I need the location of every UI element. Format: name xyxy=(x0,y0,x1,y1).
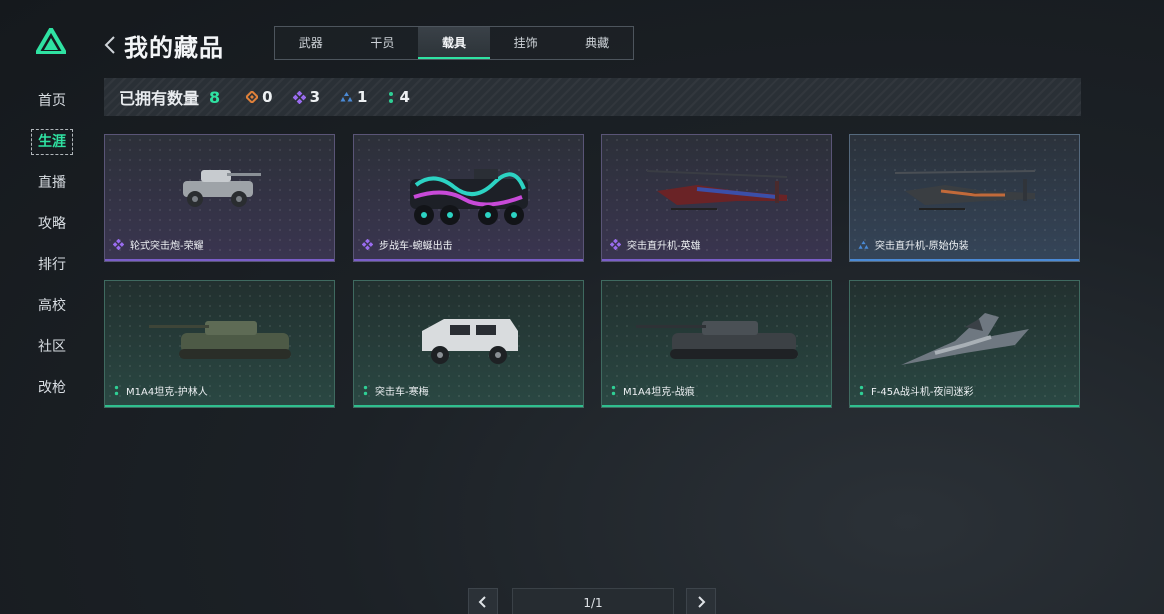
rarity-bar xyxy=(850,405,1079,407)
collection-card[interactable]: M1A4坦克-护林人 xyxy=(104,280,335,408)
tab-operators[interactable]: 干员 xyxy=(347,27,419,59)
rarity-count-purple: 3 xyxy=(292,88,321,106)
rarity-count-green: 4 xyxy=(387,88,410,106)
collection-card[interactable]: 步战车-蜿蜒出击 xyxy=(353,134,584,262)
nav-item-guides[interactable]: 攻略 xyxy=(24,209,80,250)
truck-image xyxy=(421,319,518,364)
rarity-bar xyxy=(105,405,334,407)
helicopter-image xyxy=(894,170,1035,210)
card-name-text: M1A4坦克-护林人 xyxy=(126,387,208,398)
sidebar-nav: 首页 生涯 直播 攻略 排行 高校 社区 改枪 xyxy=(24,86,80,414)
green-rarity-icon xyxy=(611,385,616,396)
tank-image xyxy=(635,321,798,359)
rarity-bar xyxy=(850,259,1079,261)
back-arrow-icon[interactable] xyxy=(100,33,120,57)
logo-icon xyxy=(36,28,66,54)
nav-label: 排行 xyxy=(38,257,66,273)
nav-item-live[interactable]: 直播 xyxy=(24,168,80,209)
owned-count-bar: 已拥有数量 8 0 3 1 4 xyxy=(104,78,1081,116)
ifv-image xyxy=(409,169,528,225)
purple-diamond-icon xyxy=(292,90,306,104)
nav-label: 社区 xyxy=(38,339,66,355)
nav-item-ranking[interactable]: 排行 xyxy=(24,250,80,291)
card-name-text: M1A4坦克-战痕 xyxy=(623,387,695,398)
tab-charms[interactable]: 挂饰 xyxy=(490,27,562,59)
card-name: M1A4坦克-护林人 xyxy=(113,383,208,398)
rarity-count-blue: 1 xyxy=(340,88,367,106)
jet-image xyxy=(900,313,1029,365)
card-name: 轮式突击炮-荣耀 xyxy=(113,237,204,252)
card-name-text: 轮式突击炮-荣耀 xyxy=(130,241,204,252)
rarity-count: 0 xyxy=(262,88,273,106)
card-name: 突击直升机-英雄 xyxy=(610,237,701,252)
green-rarity-icon xyxy=(859,385,864,396)
rarity-bar xyxy=(602,405,831,407)
nav-item-community[interactable]: 社区 xyxy=(24,332,80,373)
nav-item-gunsmith[interactable]: 改枪 xyxy=(24,373,80,414)
card-name: 步战车-蜿蜒出击 xyxy=(362,237,453,252)
rarity-bar xyxy=(602,259,831,261)
tab-collection[interactable]: 典藏 xyxy=(561,27,633,59)
rarity-bar xyxy=(105,259,334,261)
collection-card[interactable]: 突击直升机-原始伪装 xyxy=(849,134,1080,262)
nav-label: 高校 xyxy=(38,298,66,314)
nav-label: 攻略 xyxy=(38,216,66,232)
chevron-left-icon xyxy=(478,596,486,608)
wheeled-tank-image xyxy=(182,170,261,207)
card-name-text: F-45A战斗机-夜间迷彩 xyxy=(871,387,974,398)
nav-item-college[interactable]: 高校 xyxy=(24,291,80,332)
nav-label: 改枪 xyxy=(38,380,66,396)
card-name-text: 突击直升机-原始伪装 xyxy=(875,241,969,252)
category-tabs: 武器 干员 载具 挂饰 典藏 xyxy=(274,26,634,60)
card-name: 突击车-寒梅 xyxy=(362,383,429,398)
orange-diamond-icon xyxy=(246,91,259,103)
rarity-bar xyxy=(354,405,583,407)
page-indicator: 1/1 xyxy=(512,588,674,614)
prev-page-button[interactable] xyxy=(468,588,498,614)
rarity-count: 1 xyxy=(357,88,368,106)
collection-card[interactable]: F-45A战斗机-夜间迷彩 xyxy=(849,280,1080,408)
card-name: F-45A战斗机-夜间迷彩 xyxy=(858,383,974,398)
purple-rarity-icon xyxy=(113,239,124,250)
owned-count-label: 已拥有数量 xyxy=(119,89,200,108)
green-rarity-icon xyxy=(114,385,119,396)
collection-card[interactable]: M1A4坦克-战痕 xyxy=(601,280,832,408)
tab-vehicles[interactable]: 载具 xyxy=(418,27,490,59)
card-name: M1A4坦克-战痕 xyxy=(610,383,695,398)
purple-rarity-icon xyxy=(610,239,621,250)
nav-item-career[interactable]: 生涯 xyxy=(24,127,80,168)
card-name-text: 突击车-寒梅 xyxy=(375,387,429,398)
collection-card[interactable]: 突击车-寒梅 xyxy=(353,280,584,408)
tank-image xyxy=(148,321,291,359)
card-name: 突击直升机-原始伪装 xyxy=(858,237,969,252)
card-name-text: 突击直升机-英雄 xyxy=(627,241,701,252)
green-dots-icon xyxy=(389,91,394,103)
green-rarity-icon xyxy=(363,385,368,396)
rarity-count: 4 xyxy=(399,88,410,106)
helicopter-image xyxy=(646,170,787,210)
purple-rarity-icon xyxy=(362,239,373,250)
nav-item-home[interactable]: 首页 xyxy=(24,86,80,127)
collection-card[interactable]: 轮式突击炮-荣耀 xyxy=(104,134,335,262)
collection-card[interactable]: 突击直升机-英雄 xyxy=(601,134,832,262)
owned-count-total: 8 xyxy=(209,87,221,107)
rarity-count: 3 xyxy=(309,88,321,106)
next-page-button[interactable] xyxy=(686,588,716,614)
tab-weapons[interactable]: 武器 xyxy=(275,27,347,59)
collection-grid: 轮式突击炮-荣耀 步战车-蜿蜒出击 突击直升机-英雄 突击直升机-原始伪装 M1… xyxy=(104,134,1081,408)
chevron-right-icon xyxy=(698,596,706,608)
nav-label: 首页 xyxy=(38,93,66,109)
rarity-count-orange: 0 xyxy=(246,88,273,106)
blue-rarity-icon xyxy=(858,240,869,249)
blue-triangle-icon xyxy=(340,92,353,102)
rarity-bar xyxy=(354,259,583,261)
nav-label: 生涯 xyxy=(31,129,73,155)
nav-label: 直播 xyxy=(38,175,66,191)
page-title: 我的藏品 xyxy=(124,34,224,62)
card-name-text: 步战车-蜿蜒出击 xyxy=(379,241,453,252)
